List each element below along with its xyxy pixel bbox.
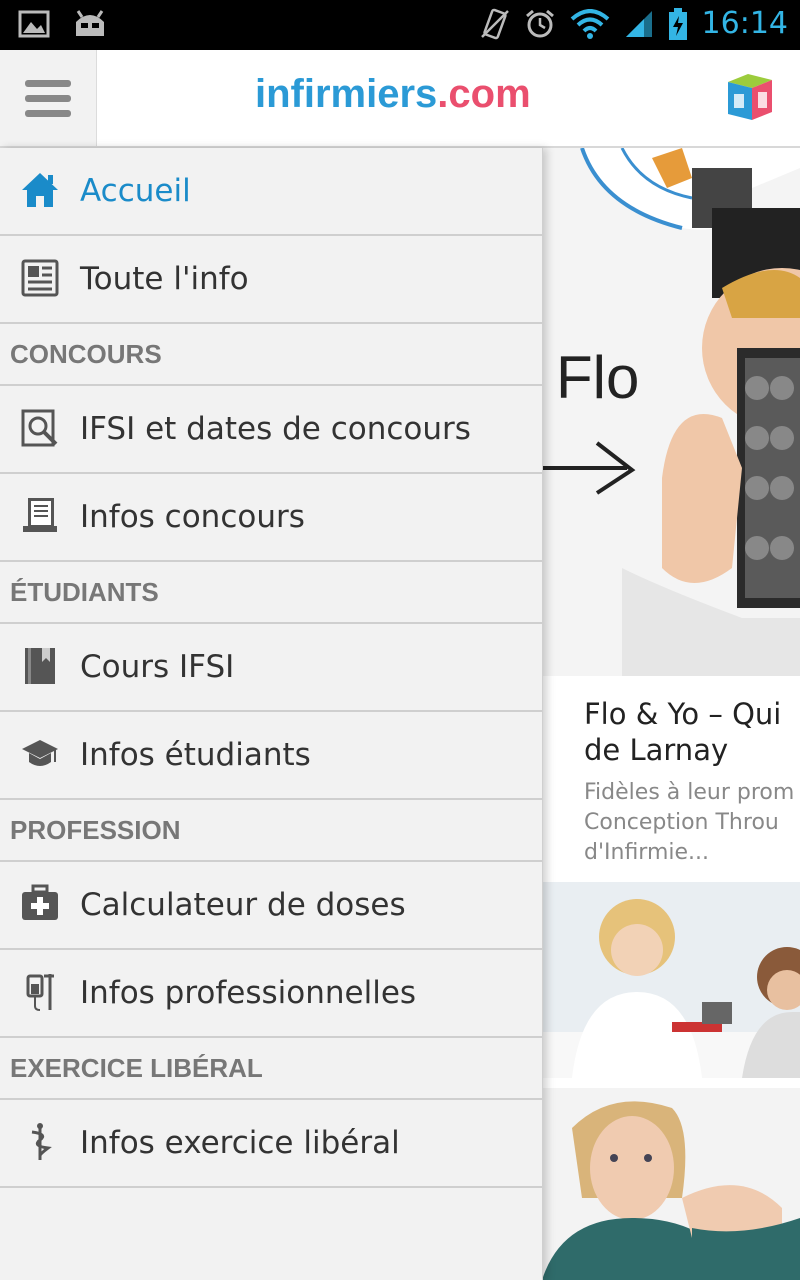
- newspaper-icon: [21, 259, 59, 297]
- app-cube-icon[interactable]: [722, 70, 778, 122]
- nav-item-infos-concours[interactable]: Infos concours: [0, 474, 542, 562]
- nav-item-accueil[interactable]: Accueil: [0, 148, 542, 236]
- status-bar: 16:14: [0, 0, 800, 50]
- nav-label-toute-info: Toute l'info: [80, 261, 249, 297]
- battery-icon: [668, 7, 687, 40]
- nav-item-calculateur[interactable]: Calculateur de doses: [0, 862, 542, 950]
- nav-item-ifsi-dates[interactable]: IFSI et dates de concours: [0, 386, 542, 474]
- article-image-students[interactable]: [542, 882, 800, 1078]
- app-logo[interactable]: infirmiers.com: [255, 72, 531, 117]
- clock-time: 16:14: [701, 6, 788, 41]
- nav-item-cours-ifsi[interactable]: Cours IFSI: [0, 624, 542, 712]
- logo-text-main: infirmiers: [255, 72, 438, 116]
- nav-label-ifsi-dates: IFSI et dates de concours: [80, 411, 471, 447]
- menu-toggle-button[interactable]: [0, 50, 97, 146]
- nav-label-infos-pro: Infos professionnelles: [80, 975, 417, 1011]
- image-icon: [18, 10, 50, 38]
- home-icon: [22, 173, 58, 207]
- action-bar: infirmiers.com: [0, 50, 800, 148]
- alarm-icon: [525, 9, 554, 37]
- article-title[interactable]: Flo & Yo – Qui de Larnay: [584, 696, 800, 768]
- nav-label-cours-ifsi: Cours IFSI: [80, 649, 235, 685]
- article-image-flo-yo[interactable]: Flo: [542, 148, 800, 676]
- logo-text-domain: .com: [437, 72, 531, 116]
- article-feed[interactable]: Flo Flo & Yo – Qui de Larnay Fidèles à l…: [542, 148, 800, 1280]
- iv-drip-icon: [26, 974, 54, 1011]
- android-icon: [76, 10, 104, 36]
- article-image-caption: Flo: [556, 344, 639, 411]
- graduation-cap-icon: [22, 740, 58, 766]
- article-excerpt: Fidèles à leur prom Conception Throu d'I…: [584, 780, 795, 865]
- article-image-nurse[interactable]: [542, 1088, 800, 1280]
- caduceus-icon: [31, 1123, 52, 1160]
- vibrate-icon: [480, 8, 509, 39]
- hamburger-icon: [25, 79, 71, 87]
- wifi-icon: [570, 8, 609, 39]
- nav-label-infos-liberal: Infos exercice libéral: [80, 1125, 400, 1161]
- nav-item-infos-etudiants[interactable]: Infos étudiants: [0, 712, 542, 800]
- section-header-etudiants: ÉTUDIANTS: [0, 562, 542, 624]
- nav-label-calculateur: Calculateur de doses: [80, 887, 406, 923]
- section-header-liberal: EXERCICE LIBÉRAL: [0, 1038, 542, 1100]
- nav-label-accueil: Accueil: [80, 173, 191, 209]
- navigation-drawer: Accueil Toute l'info CONCOURS IFSI et da…: [0, 148, 543, 1280]
- nav-item-infos-pro[interactable]: Infos professionnelles: [0, 950, 542, 1038]
- section-header-profession: PROFESSION: [0, 800, 542, 862]
- nav-item-toute-info[interactable]: Toute l'info: [0, 236, 542, 324]
- search-document-icon: [21, 409, 58, 447]
- signal-icon: [625, 10, 652, 37]
- nav-item-infos-liberal[interactable]: Infos exercice libéral: [0, 1100, 542, 1188]
- section-header-concours: CONCOURS: [0, 324, 542, 386]
- medical-kit-icon: [22, 884, 58, 920]
- nav-label-infos-etudiants: Infos étudiants: [80, 737, 311, 773]
- book-icon: [25, 648, 55, 684]
- open-book-icon: [23, 498, 57, 532]
- nav-label-infos-concours: Infos concours: [80, 499, 305, 535]
